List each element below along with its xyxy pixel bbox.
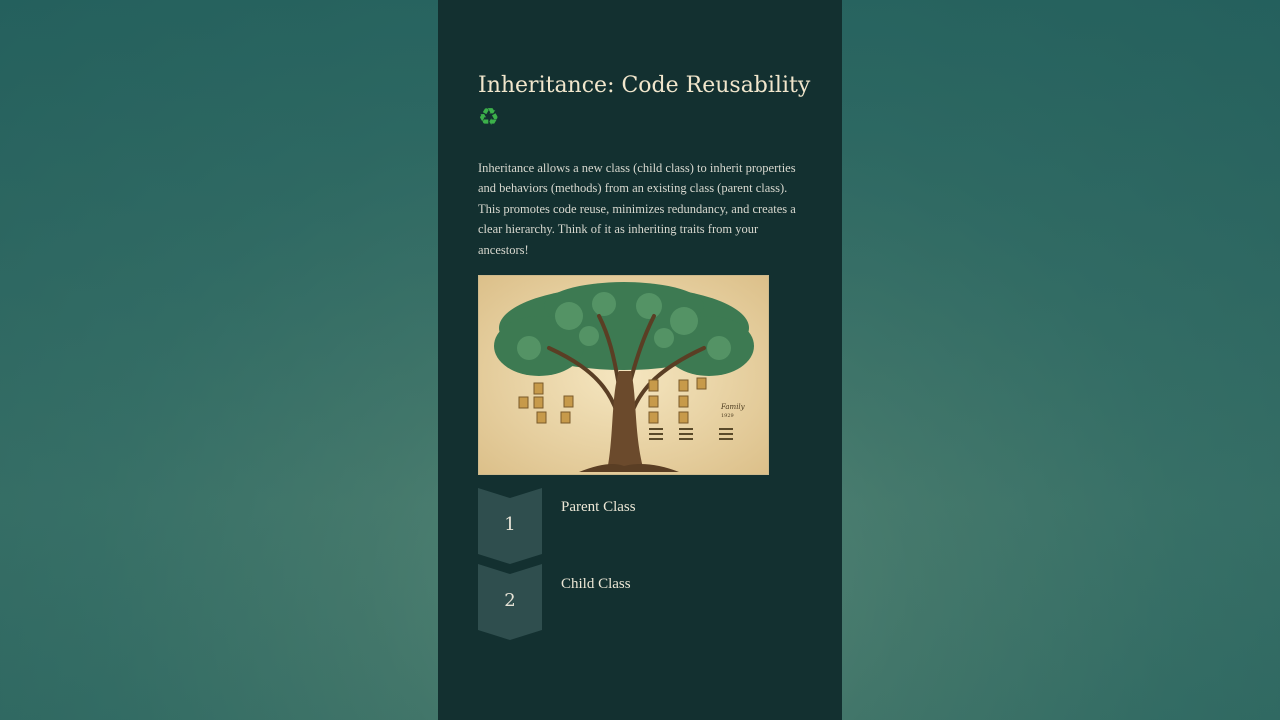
slide-title: Inheritance: Code Reusability ♻ bbox=[478, 70, 818, 135]
step-1-number: 1 bbox=[504, 514, 516, 535]
family-tree-illustration: Family 1929 bbox=[479, 276, 768, 474]
family-tree-image: Family 1929 bbox=[478, 275, 769, 475]
slide-panel: Inheritance: Code Reusability ♻ Inherita… bbox=[438, 0, 842, 720]
step-1-label: Parent Class bbox=[561, 499, 636, 515]
step-1-badge: 1 bbox=[478, 488, 542, 564]
slide-title-text: Inheritance: Code Reusability bbox=[478, 73, 811, 98]
background-left bbox=[0, 0, 438, 720]
image-caption: Family bbox=[720, 403, 746, 411]
slide-body-text: Inheritance allows a new class (child cl… bbox=[478, 161, 796, 257]
background-right bbox=[842, 0, 1280, 720]
image-caption-sub: 1929 bbox=[721, 413, 734, 419]
step-2-label: Child Class bbox=[561, 576, 631, 592]
step-2-badge: 2 bbox=[478, 564, 542, 640]
recycle-icon: ♻ bbox=[478, 103, 500, 131]
step-2-number: 2 bbox=[504, 590, 516, 611]
